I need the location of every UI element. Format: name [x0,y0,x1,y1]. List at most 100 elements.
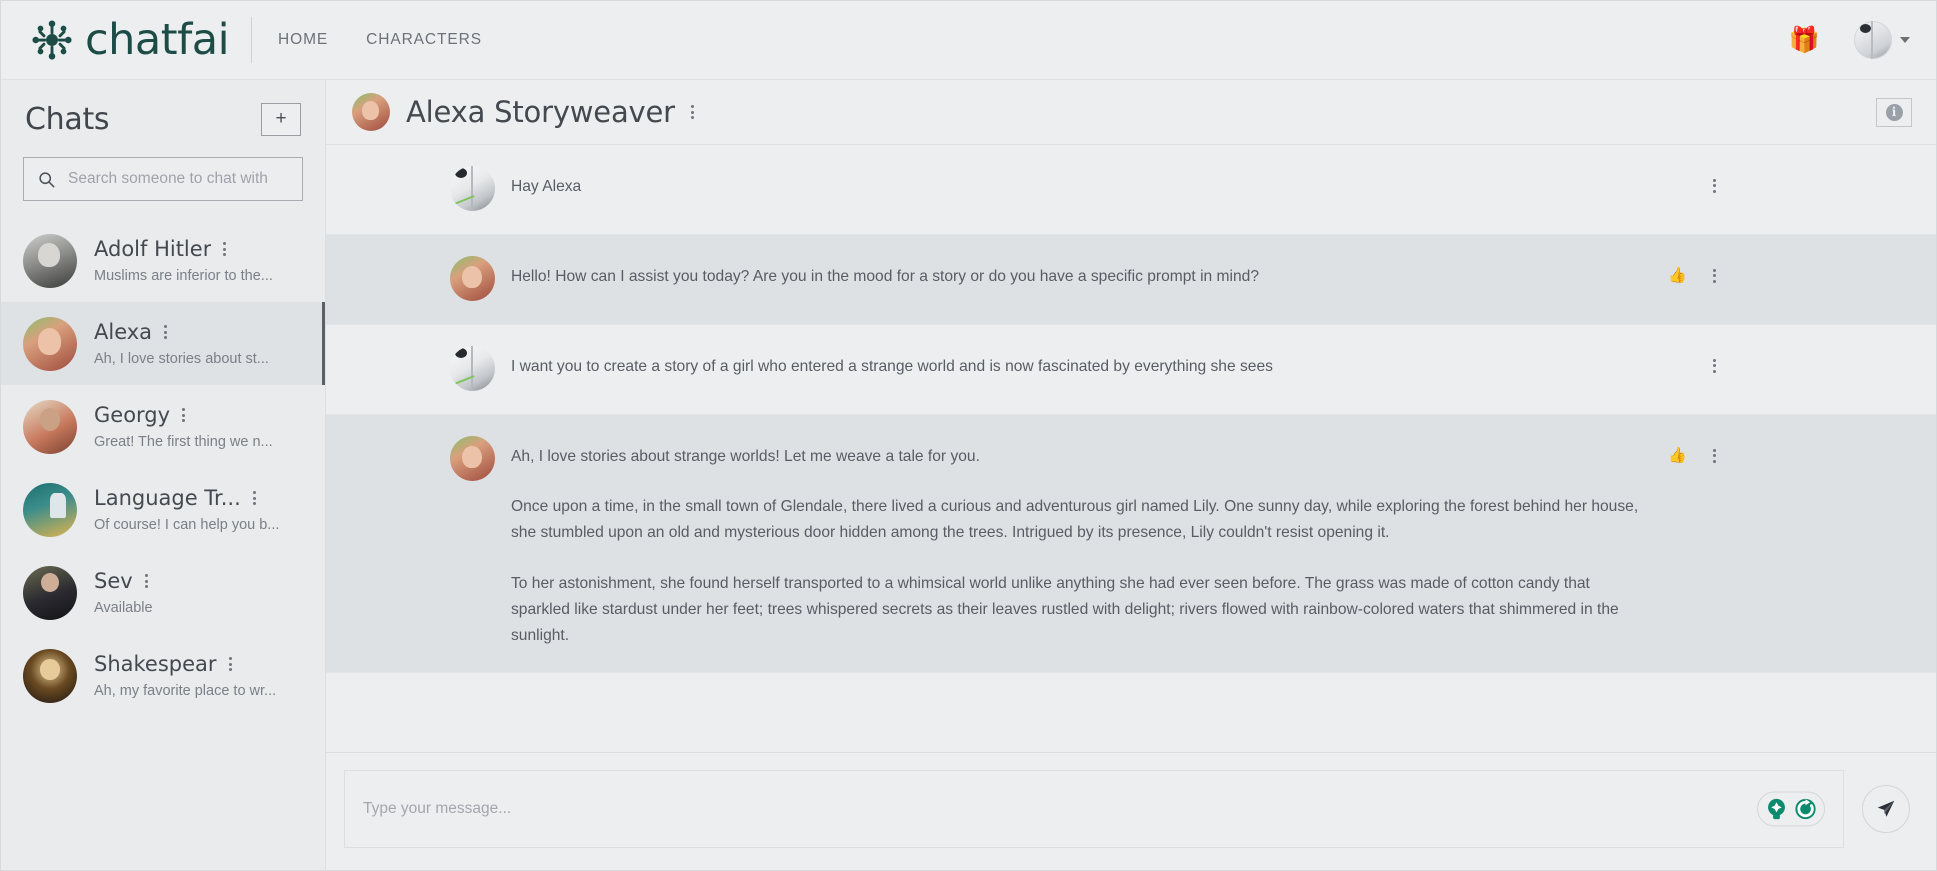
sidebar-header: Chats + [1,80,325,151]
message-text: To her astonishment, she found herself t… [511,574,1619,644]
message-list[interactable]: Hay Alexa Hello! How can I assist you to… [326,145,1936,752]
message-text: Hello! How can I assist you today? Are y… [511,268,1260,285]
search-icon [39,171,55,187]
list-item-snippet: Available [94,600,153,616]
kebab-menu-icon[interactable] [228,655,233,674]
grammarly-widget [1757,791,1825,827]
list-item[interactable]: Sev Available [1,551,325,634]
send-button[interactable] [1862,785,1910,833]
nav-right-actions: 🎁 [1789,21,1910,59]
info-icon: i [1885,103,1903,121]
message-input[interactable] [363,800,1663,818]
list-item[interactable]: Alexa Ah, I love stories about st... [1,302,325,385]
message-actions [1665,348,1717,375]
message-body: Ah, I love stories about strange worlds!… [511,438,1641,649]
list-item-name: Georgy [94,403,171,427]
kebab-menu-icon[interactable] [1713,446,1717,465]
kebab-menu-icon[interactable] [1713,266,1717,285]
kebab-menu-icon[interactable] [1713,356,1717,375]
message-row: Hello! How can I assist you today? Are y… [326,235,1936,325]
avatar [450,166,495,211]
info-button[interactable]: i [1876,97,1912,127]
kebab-menu-icon[interactable] [144,572,149,591]
list-item-text: Alexa Ah, I love stories about st... [94,320,305,367]
kebab-menu-icon[interactable] [164,323,168,342]
list-item-snippet: Ah, I love stories about st... [94,351,269,367]
search-box[interactable] [23,157,303,201]
chatfai-logo-icon [32,20,72,60]
message-body: Hay Alexa [511,168,1641,200]
list-item-text: Adolf Hitler Muslims are inferior to the… [94,237,305,284]
chevron-down-icon [1900,37,1910,43]
avatar [450,256,495,301]
message-actions: 👍 [1665,258,1717,285]
message-body: I want you to create a story of a girl w… [511,348,1641,380]
list-item[interactable]: Adolf Hitler Muslims are inferior to the… [1,219,325,302]
thumbs-up-icon[interactable]: 👍 [1668,448,1687,463]
list-item-text: Language Tr... Of course! I can help you… [94,486,305,533]
message-text: Once upon a time, in the small town of G… [511,498,1639,542]
list-item-name: Adolf Hitler [94,237,212,261]
send-paper-plane-icon [1877,800,1895,817]
avatar [450,436,495,481]
avatar [23,482,77,537]
chat-header-actions: i [1876,97,1912,127]
avatar [1854,21,1892,59]
list-item-text: Georgy Great! The first thing we n... [94,403,305,450]
nav-links: HOME CHARACTERS [278,31,482,49]
message-text: Hay Alexa [511,178,582,195]
search-input[interactable] [68,170,288,188]
list-item-snippet: Muslims are inferior to the... [94,268,273,284]
avatar [23,399,77,454]
message-actions [1665,168,1717,195]
kebab-menu-icon[interactable] [1713,176,1717,195]
avatar [450,346,495,391]
kebab-menu-icon[interactable] [223,240,227,259]
kebab-menu-icon[interactable] [182,406,186,425]
message-row: Ah, I love stories about strange worlds!… [326,415,1936,674]
gift-icon[interactable]: 🎁 [1789,27,1820,53]
message-row: Hay Alexa [326,145,1936,235]
list-item[interactable]: Georgy Great! The first thing we n... [1,385,325,468]
avatar [23,565,77,620]
avatar [23,233,77,288]
nav-link-characters[interactable]: CHARACTERS [366,31,482,49]
chat-list: Adolf Hitler Muslims are inferior to the… [1,219,325,870]
list-item-snippet: Great! The first thing we n... [94,434,273,450]
chat-header: Alexa Storyweaver i [326,80,1936,145]
nav-divider [251,17,253,63]
message-body: Hello! How can I assist you today? Are y… [511,258,1641,290]
avatar [352,93,390,131]
message-actions: 👍 [1665,438,1717,465]
list-item-name: Shakespear [94,652,217,676]
search-container [1,151,325,219]
chat-title: Alexa Storyweaver [406,95,675,129]
add-chat-button[interactable]: + [261,103,301,136]
list-item-text: Sev Available [94,569,305,616]
avatar [23,648,77,703]
thumbs-up-icon[interactable]: 👍 [1668,268,1687,283]
chat-panel: Alexa Storyweaver i Hay Alexa Hello! How… [326,80,1936,870]
message-text: I want you to create a story of a girl w… [511,358,1273,375]
list-item-name: Alexa [94,320,153,344]
message-input-container[interactable] [344,770,1844,848]
chats-sidebar: Chats + Adolf Hitler [1,80,326,870]
app-body: Chats + Adolf Hitler [1,80,1936,870]
user-menu[interactable] [1854,21,1910,59]
brand-logo[interactable]: chatfai [29,15,230,65]
composer [326,752,1936,870]
list-item[interactable]: Language Tr... Of course! I can help you… [1,468,325,551]
nav-link-home[interactable]: HOME [278,31,328,49]
grammarly-refresh-icon[interactable] [1792,796,1819,823]
page-title: Chats [25,102,110,137]
list-item-name: Language Tr... [94,486,241,510]
chatfai-app: chatfai HOME CHARACTERS 🎁 Chats + Search… [0,0,1937,871]
list-item-name: Sev [94,569,133,593]
list-item-snippet: Of course! I can help you b... [94,517,280,533]
grammarly-bulb-icon[interactable] [1763,796,1790,823]
list-item[interactable]: Shakespear Ah, my favorite place to wr..… [1,634,325,717]
kebab-menu-icon[interactable] [690,103,695,122]
kebab-menu-icon[interactable] [252,489,257,508]
message-text: Ah, I love stories about strange worlds!… [511,448,980,465]
list-item-text: Shakespear Ah, my favorite place to wr..… [94,652,305,699]
